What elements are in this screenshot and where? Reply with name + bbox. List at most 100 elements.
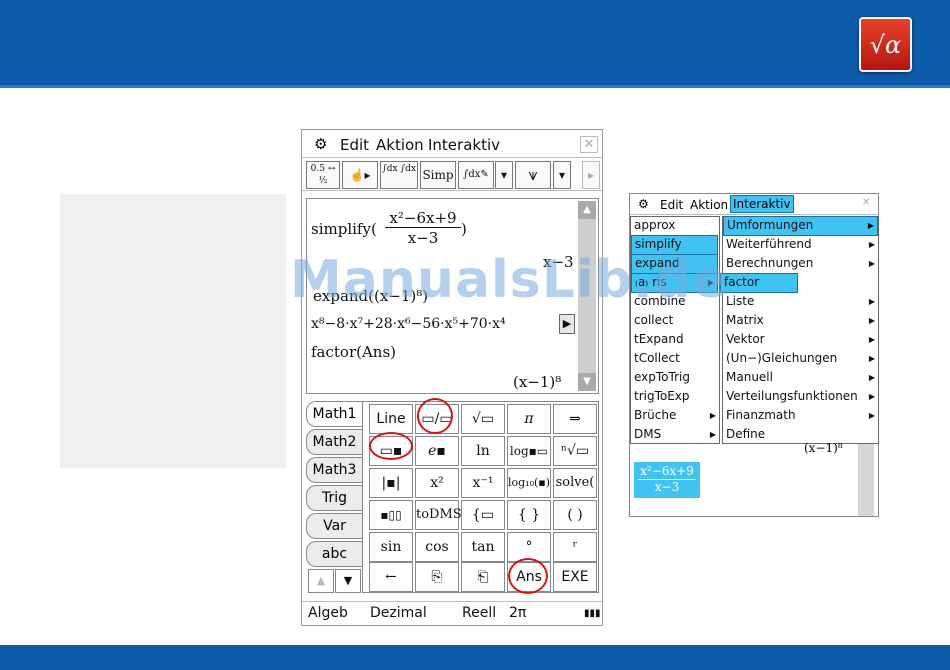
dropdown-icon-2[interactable]: ▾: [553, 161, 571, 189]
fraction-toggle-button[interactable]: 0.5 ↔ ½: [306, 161, 340, 189]
key-exe[interactable]: EXE: [553, 562, 597, 592]
menu-item-expand[interactable]: expand: [631, 254, 718, 274]
classpad-logo: √α: [859, 17, 912, 72]
close-icon[interactable]: ✕: [580, 136, 598, 153]
submenu-factor[interactable]: factor: [720, 273, 798, 293]
menu-item-brueche-label: Brüche: [634, 408, 677, 422]
more-result-icon[interactable]: ▶: [559, 314, 575, 334]
submenu-arrow-icon: ▶: [709, 411, 716, 420]
key-matrix[interactable]: ▪▯▯: [369, 500, 413, 530]
submenu-berechnungen[interactable]: Berechnungen ▶: [723, 255, 878, 273]
tab-math3[interactable]: Math3: [306, 457, 362, 483]
key-log-base[interactable]: log▪▭: [507, 436, 551, 466]
key-ln[interactable]: ln: [461, 436, 505, 466]
scroll-down-icon[interactable]: ▼: [578, 373, 596, 391]
submenu-vektor[interactable]: Vektor ▶: [723, 331, 878, 349]
toolbar-scroll-right-icon[interactable]: ▸: [582, 161, 600, 189]
submenu-liste[interactable]: Liste ▶: [723, 293, 878, 311]
menu-item-dms-label: DMS: [634, 427, 662, 441]
tab-math2[interactable]: Math2: [306, 429, 362, 455]
menu-aktion[interactable]: Aktion: [376, 136, 424, 154]
key-backspace-icon[interactable]: ←: [369, 562, 413, 592]
menu-item-combine[interactable]: combine: [631, 293, 686, 311]
key-pi[interactable]: π: [507, 404, 551, 434]
key-implies[interactable]: ⇒: [553, 404, 597, 434]
submenu-manuell[interactable]: Manuell ▶: [723, 369, 878, 387]
graph-icon[interactable]: ⩛: [515, 161, 551, 189]
status-reell[interactable]: Reell: [462, 605, 496, 621]
integral-button[interactable]: ∫dx ∫dx: [380, 161, 418, 189]
submenu-define[interactable]: Define: [723, 426, 878, 444]
mini-menu-edit[interactable]: Edit: [660, 198, 683, 212]
menu-item-trigtoexp[interactable]: trigToExp: [631, 388, 690, 406]
tab-abc[interactable]: abc: [306, 541, 362, 567]
integral-pen-button[interactable]: ∫dx✎: [458, 161, 494, 189]
key-solve[interactable]: solve(: [553, 468, 597, 498]
status-angle[interactable]: 2π: [509, 605, 526, 621]
status-algeb[interactable]: Algeb: [308, 605, 348, 621]
submenu-arrow-icon: ▶: [868, 411, 875, 420]
key-sqrt[interactable]: √▭: [461, 404, 505, 434]
menu-item-texpand[interactable]: tExpand: [631, 331, 684, 349]
mini-selected-fraction[interactable]: x²−6x+9 x−3: [634, 462, 700, 498]
menu-item-simplify[interactable]: simplify: [631, 235, 718, 255]
key-todms[interactable]: toDMS: [415, 500, 462, 530]
tab-scroll-up-icon[interactable]: ▲: [308, 569, 334, 593]
submenu-arrow-icon: ▶: [868, 392, 875, 401]
scroll-up-icon[interactable]: ▲: [578, 201, 596, 219]
submenu-matrix[interactable]: Matrix ▶: [723, 312, 878, 330]
status-dezimal[interactable]: Dezimal: [370, 605, 427, 621]
submenu-arrow-icon: ▶: [707, 278, 714, 287]
submenu-weiterfuehrend[interactable]: Weiterführend ▶: [723, 236, 878, 254]
mini-menu-interaktiv[interactable]: Interaktiv: [730, 195, 794, 213]
menu-item-tcollect[interactable]: tCollect: [631, 350, 680, 368]
key-parentheses[interactable]: ( ): [553, 500, 597, 530]
key-radian[interactable]: ʳ: [553, 532, 597, 562]
menu-edit[interactable]: Edit: [340, 136, 369, 154]
highlight-circle-ans: [508, 558, 548, 594]
key-abs[interactable]: |▪|: [369, 468, 413, 498]
submenu-finanzmath[interactable]: Finanzmath ▶: [723, 407, 878, 425]
hand-button[interactable]: ☝▸: [342, 161, 378, 189]
submenu-arrow-icon: ▶: [709, 430, 716, 439]
key-braces[interactable]: { }: [507, 500, 551, 530]
tab-trig[interactable]: Trig: [306, 485, 362, 511]
menu-item-approx[interactable]: approx: [631, 217, 719, 235]
dropdown-icon[interactable]: ▾: [495, 161, 513, 189]
key-exp[interactable]: e▪: [415, 436, 459, 466]
submenu-verteilungsfunktionen[interactable]: Verteilungsfunktionen ▶: [723, 388, 878, 406]
submenu-umformungen[interactable]: Umformungen ▶: [723, 216, 878, 236]
tab-scroll-down-icon[interactable]: ▼: [335, 569, 361, 593]
key-paste-icon[interactable]: ⎗: [461, 562, 505, 592]
mini-scrollbar[interactable]: [858, 444, 874, 516]
menu-item-collect[interactable]: collect: [631, 312, 673, 330]
menu-item-brueche[interactable]: Brüche ▶: [631, 407, 719, 425]
gear-icon[interactable]: ⚙: [314, 135, 327, 153]
simp-button[interactable]: Simp: [420, 161, 456, 189]
key-log10[interactable]: log₁₀(▪): [507, 468, 551, 498]
factor-result: (x−1)⁸: [513, 373, 562, 391]
menu-item-ableitung[interactable]: ₍a₎ ris ▶: [631, 273, 718, 293]
menu-item-exptotrig[interactable]: expToTrig: [631, 369, 690, 387]
key-nth-root[interactable]: ⁿ√▭: [553, 436, 597, 466]
key-piecewise[interactable]: {▭: [461, 500, 505, 530]
main-work-area[interactable]: simplify( x²−6x+9 x−3 ) x−3 expand((x−1)…: [306, 198, 599, 394]
key-line[interactable]: Line: [369, 404, 413, 434]
submenu-gleichungen[interactable]: (Un−)Gleichungen ▶: [723, 350, 878, 368]
mini-close-icon[interactable]: ✕: [862, 197, 870, 208]
key-sin[interactable]: sin: [369, 532, 413, 562]
tab-var[interactable]: Var: [306, 513, 362, 539]
work-scrollbar[interactable]: ▲ ▼: [578, 201, 596, 391]
key-cos[interactable]: cos: [415, 532, 459, 562]
key-inverse[interactable]: x⁻¹: [461, 468, 505, 498]
key-square[interactable]: x²: [415, 468, 459, 498]
mini-menu-aktion[interactable]: Aktion: [690, 198, 728, 212]
key-copy-icon[interactable]: ⎘: [415, 562, 459, 592]
menu-item-dms[interactable]: DMS ▶: [631, 426, 719, 444]
tab-math1[interactable]: Math1: [306, 401, 362, 427]
submenu-arrow-icon: ▶: [868, 297, 875, 306]
mini-gear-icon[interactable]: ⚙: [638, 197, 649, 211]
factor-command: factor(Ans): [311, 343, 397, 361]
key-tan[interactable]: tan: [461, 532, 505, 562]
menu-interaktiv[interactable]: Interaktiv: [428, 136, 500, 154]
